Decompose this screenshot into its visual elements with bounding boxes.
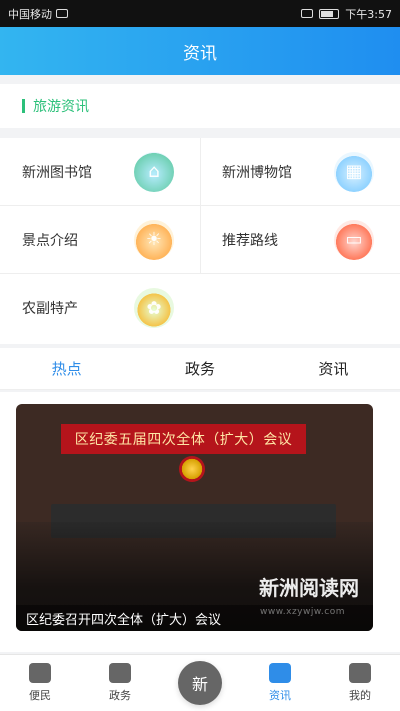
news-feed: 区纪委五届四次全体（扩大）会议 新洲阅读网 www.xzywjw.com 区纪委… [0,392,400,652]
news-photo: 区纪委五届四次全体（扩大）会议 新洲阅读网 www.xzywjw.com [16,404,373,631]
library-icon: ⌂ [134,151,174,192]
section-header: 旅游资讯 [0,84,400,128]
clipboard-icon [109,663,131,683]
tourism-grid: 新洲图书馆 ⌂ 新洲博物馆 ▦ 景点介绍 ☀ 推荐路线 ▭ 农副特产 ✿ [0,138,400,344]
news-caption: 区纪委召开四次全体（扩大）会议 [16,605,373,631]
center-logo-icon: 新 [191,675,208,694]
nav-item-profile[interactable]: 我的 [320,655,400,711]
grid-item-label: 景点介绍 [22,232,78,249]
status-bar: 中国移动 下午3:57 [0,0,400,27]
page-title: 资讯 [183,43,217,64]
grid-item-label: 推荐路线 [222,232,278,249]
nav-label: 便民 [29,689,51,702]
nav-label: 资讯 [269,689,291,702]
status-time: 下午3:57 [345,7,392,21]
nav-center: 新 [160,655,240,711]
news-icon [269,663,291,683]
section-accent-bar [22,99,25,113]
grid-item-label: 农副特产 [22,301,78,317]
nav-item-government[interactable]: 政务 [80,655,160,711]
grid-item-library[interactable]: 新洲图书馆 ⌂ [0,138,200,206]
section-title-label: 旅游资讯 [33,99,89,115]
grid-item-label: 新洲博物馆 [222,164,292,181]
signal-icon [56,9,68,18]
news-card[interactable]: 区纪委五届四次全体（扩大）会议 新洲阅读网 www.xzywjw.com 区纪委… [16,404,373,631]
wheat-icon: ✿ [134,288,174,328]
grid-item-specialty[interactable]: 农副特产 ✿ [0,274,200,342]
bottom-navigation: 便民 政务 新 资讯 我的 [0,654,400,711]
grid-item-route[interactable]: 推荐路线 ▭ [200,206,400,274]
tab-government[interactable]: 政务 [133,358,266,379]
party-emblem-icon [179,456,205,482]
nav-item-news[interactable]: 资讯 [240,655,320,711]
tab-news[interactable]: 资讯 [267,358,400,379]
grid-item-museum[interactable]: 新洲博物馆 ▦ [200,138,400,206]
status-left: 中国移动 [8,6,68,22]
grid-item-scenic[interactable]: 景点介绍 ☀ [0,206,200,274]
museum-icon: ▦ [334,151,374,192]
scenic-icon: ☀ [134,219,174,260]
nav-label: 我的 [349,689,371,702]
top-header: 资讯 [0,27,400,75]
status-right: 下午3:57 [301,6,392,22]
route-icon: ▭ [334,219,374,260]
nav-item-service[interactable]: 便民 [0,655,80,711]
watermark-logo: 新洲阅读网 [259,576,359,600]
tab-hot[interactable]: 热点 [0,358,133,379]
carrier-label: 中国移动 [8,7,52,21]
wifi-icon [301,9,314,18]
center-logo-button[interactable]: 新 [178,661,222,705]
battery-icon [319,8,340,19]
user-icon [349,663,371,683]
grid-item-label: 新洲图书馆 [22,164,92,181]
briefcase-icon [29,663,51,683]
news-tabs: 热点 政务 资讯 [0,348,400,390]
nav-label: 政务 [109,689,131,702]
meeting-banner: 区纪委五届四次全体（扩大）会议 [61,424,306,454]
